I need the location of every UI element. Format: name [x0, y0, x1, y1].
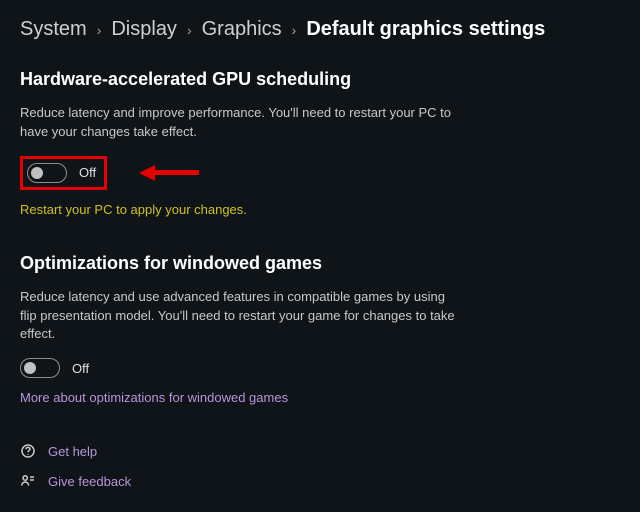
feedback-icon [20, 473, 36, 489]
get-help-label: Get help [48, 444, 97, 459]
chevron-right-icon: › [292, 22, 297, 38]
more-about-link[interactable]: More about optimizations for windowed ga… [20, 390, 620, 405]
arrow-left-icon [139, 165, 155, 181]
get-help-link[interactable]: Get help [20, 443, 620, 459]
restart-warning: Restart your PC to apply your changes. [20, 202, 620, 217]
gpu-toggle-label: Off [79, 165, 96, 180]
toggle-knob [31, 167, 43, 179]
breadcrumb: System › Display › Graphics › Default gr… [20, 18, 620, 41]
annotation-highlight-box: Off [20, 156, 107, 190]
windowed-optimizations-toggle[interactable] [20, 358, 60, 378]
breadcrumb-system[interactable]: System [20, 18, 87, 41]
windowed-toggle-row: Off [20, 358, 620, 378]
breadcrumb-current: Default graphics settings [306, 18, 545, 41]
gpu-toggle-row: Off [20, 156, 620, 190]
give-feedback-label: Give feedback [48, 474, 131, 489]
toggle-knob [24, 362, 36, 374]
help-icon [20, 443, 36, 459]
breadcrumb-graphics[interactable]: Graphics [202, 18, 282, 41]
section-description-gpu: Reduce latency and improve performance. … [20, 104, 460, 142]
chevron-right-icon: › [187, 22, 192, 38]
section-description-windowed: Reduce latency and use advanced features… [20, 288, 460, 345]
arrow-shaft [155, 170, 199, 175]
windowed-toggle-label: Off [72, 361, 89, 376]
gpu-scheduling-toggle[interactable] [27, 163, 67, 183]
gpu-scheduling-section: Hardware-accelerated GPU scheduling Redu… [20, 69, 620, 217]
chevron-right-icon: › [97, 22, 102, 38]
footer-links: Get help Give feedback [20, 443, 620, 489]
section-title-gpu: Hardware-accelerated GPU scheduling [20, 69, 620, 90]
section-title-windowed: Optimizations for windowed games [20, 253, 620, 274]
give-feedback-link[interactable]: Give feedback [20, 473, 620, 489]
breadcrumb-display[interactable]: Display [111, 18, 177, 41]
annotation-arrow [139, 165, 199, 181]
windowed-optimizations-section: Optimizations for windowed games Reduce … [20, 253, 620, 406]
